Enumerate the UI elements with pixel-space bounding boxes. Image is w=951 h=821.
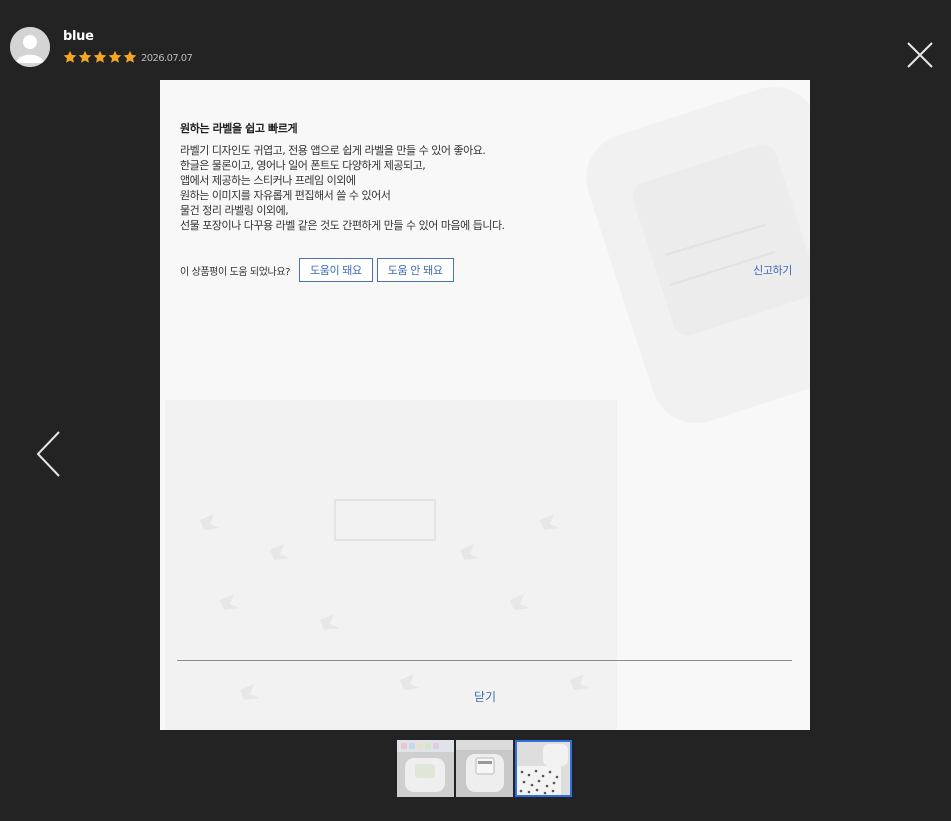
star-icon <box>123 50 137 63</box>
helpful-vote-row: 이 상품평이 도움 되었나요? 도움이 돼요 도움 안 돼요 신고하기 <box>180 258 792 282</box>
review-date: 2026.07.07 <box>141 52 193 64</box>
helpful-no-button[interactable]: 도움 안 돼요 <box>376 258 454 282</box>
chevron-left-icon <box>36 431 60 477</box>
helpful-question: 이 상품평이 도움 되었나요? <box>180 266 291 278</box>
rating-row: 2026.07.07 <box>63 49 193 65</box>
review-line: 한글은 물론이고, 영어나 일어 폰트도 다양하게 제공되고, <box>180 159 426 172</box>
star-icon <box>93 50 107 63</box>
review-line: 앱에서 제공하는 스티커나 프레임 이외에 <box>180 174 356 187</box>
review-line: 물건 정리 라벨링 이외에, <box>180 204 289 217</box>
thumbnail-3[interactable] <box>515 740 572 797</box>
review-photo-viewer: blue 2026.07.07 원하는 라벨을 쉽고 빠르게 라벨기 디자인도 … <box>0 0 951 821</box>
close-panel-link[interactable]: 닫기 <box>160 688 810 705</box>
report-link[interactable]: 신고하기 <box>753 262 792 278</box>
review-body: 라벨기 디자인도 귀엽고, 전용 앱으로 쉽게 라벨을 만들 수 있어 좋아요.… <box>180 143 740 233</box>
thumbnail-image <box>456 740 513 797</box>
review-title: 원하는 라벨을 쉽고 빠르게 <box>180 122 298 135</box>
previous-photo-button[interactable] <box>34 430 64 478</box>
review-line: 라벨기 디자인도 귀엽고, 전용 앱으로 쉽게 라벨을 만들 수 있어 좋아요. <box>180 144 486 157</box>
thumbnail-strip <box>397 740 572 797</box>
avatar <box>10 27 50 67</box>
thumbnail-2[interactable] <box>456 740 513 797</box>
reviewer-name: blue <box>63 29 94 44</box>
star-rating <box>63 50 137 64</box>
thumbnail-image <box>517 742 570 795</box>
review-content: 원하는 라벨을 쉽고 빠르게 라벨기 디자인도 귀엽고, 전용 앱으로 쉽게 라… <box>160 80 810 730</box>
helpful-yes-button[interactable]: 도움이 돼요 <box>299 258 373 282</box>
star-icon <box>78 50 92 63</box>
close-viewer-button[interactable] <box>906 41 934 69</box>
star-icon <box>63 50 77 63</box>
divider <box>177 660 792 661</box>
review-line: 선물 포장이나 다꾸용 라벨 같은 것도 간편하게 만들 수 있어 마음에 듭니… <box>180 219 505 232</box>
star-icon <box>108 50 122 63</box>
user-avatar-icon <box>10 27 50 67</box>
close-icon <box>907 42 933 68</box>
thumbnail-1[interactable] <box>397 740 454 797</box>
review-line: 원하는 이미지를 자유롭게 편집해서 쓸 수 있어서 <box>180 189 391 202</box>
thumbnail-image <box>397 740 454 797</box>
review-detail-panel: 원하는 라벨을 쉽고 빠르게 라벨기 디자인도 귀엽고, 전용 앱으로 쉽게 라… <box>160 80 810 730</box>
